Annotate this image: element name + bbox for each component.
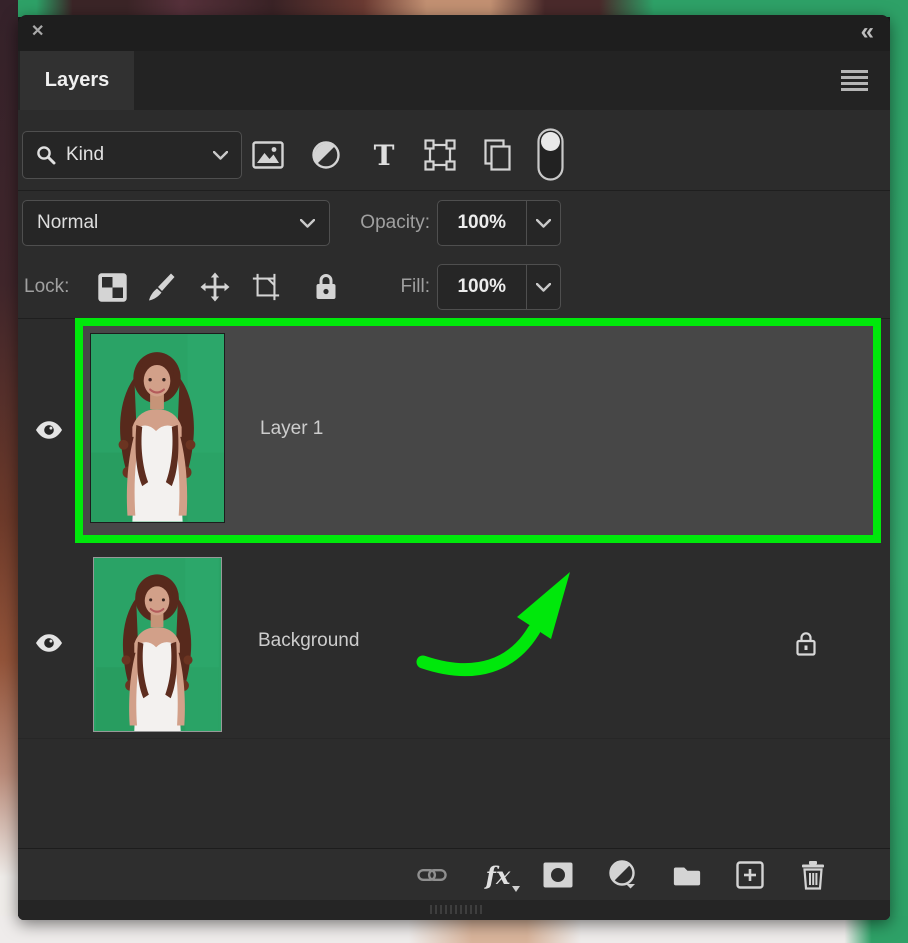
- lock-artboard-nesting-icon[interactable]: [251, 272, 281, 302]
- blend-mode-dropdown[interactable]: Normal: [22, 200, 330, 246]
- chevron-down-icon: [300, 219, 315, 228]
- lock-transparent-pixels-icon[interactable]: [97, 272, 127, 302]
- background-photo-bottom: [0, 916, 908, 943]
- divider: [18, 190, 890, 191]
- thumbnail-corner-bracket: [211, 333, 225, 347]
- tab-layers[interactable]: Layers: [20, 51, 134, 110]
- fill-label: Fill:: [336, 264, 430, 310]
- search-icon: [36, 145, 56, 165]
- bottom-action-bar: fx: [18, 848, 890, 900]
- panel-tabbar: Layers: [18, 51, 890, 110]
- filter-pixel-layer-icon[interactable]: [252, 139, 284, 171]
- opacity-input[interactable]: 100%: [437, 200, 561, 246]
- layer1-thumbnail[interactable]: [90, 333, 225, 523]
- panel-titlebar: ✕ «: [18, 15, 890, 51]
- layer-filtering-toggle[interactable]: [537, 128, 564, 186]
- filter-smart-object-icon[interactable]: [481, 139, 513, 171]
- new-layer-plus-icon[interactable]: [735, 860, 765, 890]
- background-locked-padlock-icon[interactable]: [794, 630, 818, 658]
- new-group-folder-icon[interactable]: [672, 860, 702, 890]
- thumbnail-corner-bracket: [211, 509, 225, 523]
- fill-input[interactable]: 100%: [437, 264, 561, 310]
- filter-shape-layer-icon[interactable]: [424, 139, 456, 171]
- panel-content: Kind T: [18, 110, 890, 920]
- collapse-panel-icon[interactable]: «: [861, 15, 874, 49]
- svg-text:T: T: [374, 140, 395, 170]
- layer1-visibility-eye-icon[interactable]: [35, 420, 63, 440]
- background-photo-left: [0, 0, 18, 943]
- layer1-name[interactable]: Layer 1: [260, 418, 323, 440]
- link-layers-icon[interactable]: [417, 860, 447, 890]
- opacity-label: Opacity:: [326, 200, 430, 246]
- thumbnail-corner-bracket: [90, 333, 104, 347]
- close-panel-icon[interactable]: ✕: [31, 23, 44, 41]
- delete-layer-trash-icon[interactable]: [798, 860, 828, 890]
- filter-type-layer-icon[interactable]: T: [368, 139, 400, 171]
- layers-panel: ✕ « Layers Kind: [18, 15, 890, 920]
- resize-grip[interactable]: [430, 905, 482, 914]
- filter-kind-label: Kind: [66, 144, 104, 166]
- filter-kind-dropdown[interactable]: Kind: [22, 131, 242, 179]
- background-thumbnail[interactable]: [93, 557, 222, 732]
- fill-value[interactable]: 100%: [438, 265, 526, 309]
- lock-image-pixels-brush-icon[interactable]: [146, 272, 176, 302]
- panel-resize-strip[interactable]: [18, 900, 890, 920]
- screenshot-stage: ✕ « Layers Kind: [0, 0, 908, 943]
- fx-label: fx: [486, 861, 511, 890]
- divider: [18, 738, 890, 739]
- layer-style-fx-icon[interactable]: fx: [478, 860, 518, 890]
- filter-adjustment-layer-icon[interactable]: [310, 139, 342, 171]
- fill-dropdown-chevron[interactable]: [527, 265, 560, 309]
- annotation-curved-arrow: [398, 550, 598, 680]
- lock-label: Lock:: [24, 264, 84, 310]
- background-photo-right: [890, 0, 908, 943]
- new-adjustment-layer-icon[interactable]: [608, 860, 638, 890]
- fx-dropdown-triangle: [512, 886, 520, 892]
- chevron-down-icon: [213, 151, 228, 160]
- thumbnail-corner-bracket: [90, 509, 104, 523]
- lock-position-move-icon[interactable]: [200, 272, 230, 302]
- background-visibility-eye-icon[interactable]: [35, 633, 63, 653]
- panel-menu-icon[interactable]: [841, 70, 868, 91]
- blend-mode-value: Normal: [37, 212, 98, 234]
- opacity-dropdown-chevron[interactable]: [527, 201, 560, 245]
- add-layer-mask-icon[interactable]: [543, 860, 573, 890]
- background-name[interactable]: Background: [258, 630, 359, 652]
- opacity-value[interactable]: 100%: [438, 201, 526, 245]
- tab-layers-label: Layers: [45, 69, 110, 92]
